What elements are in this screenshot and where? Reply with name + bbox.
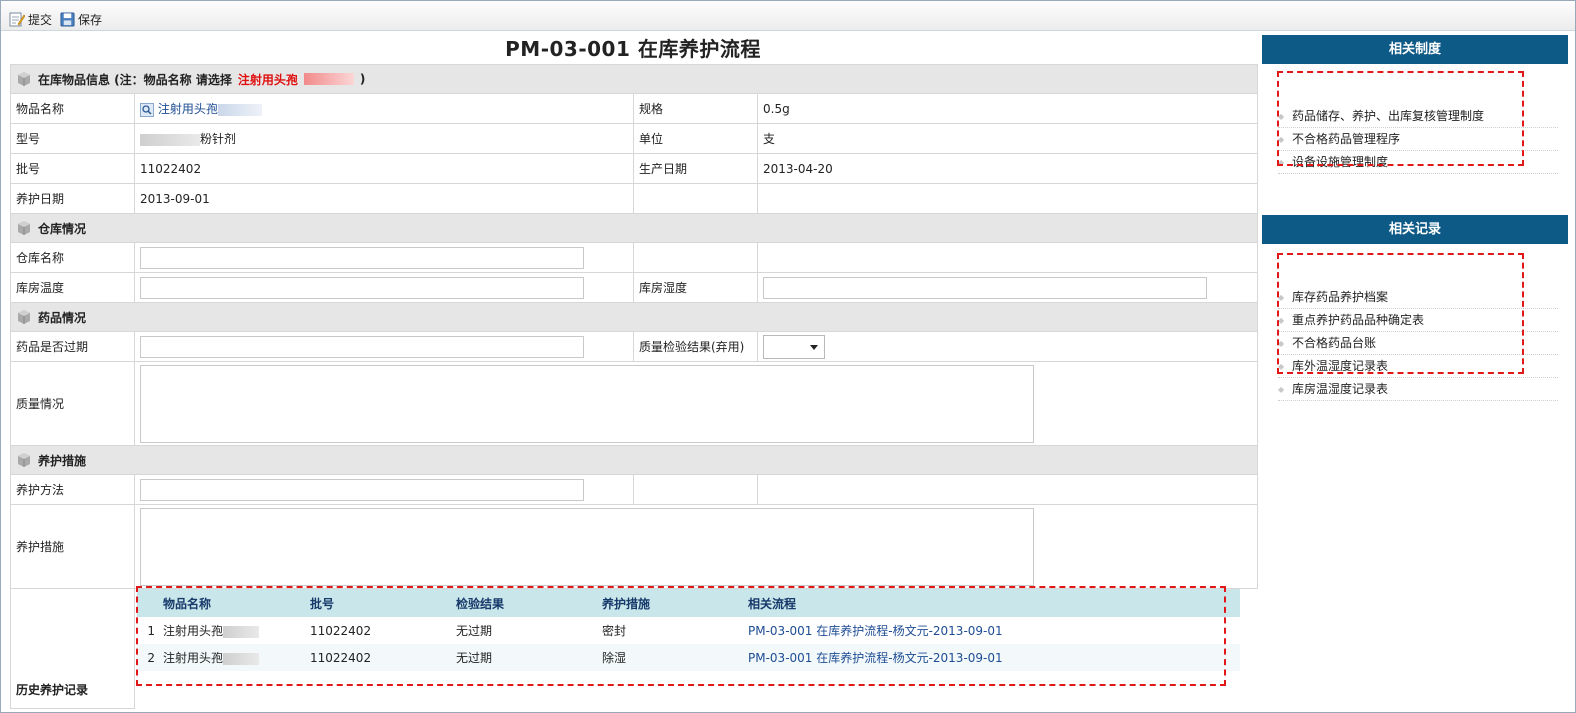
redacted-mask bbox=[140, 133, 200, 146]
model-value: 粉针剂 bbox=[200, 132, 237, 146]
save-button[interactable]: 保存 bbox=[60, 10, 102, 28]
maint-date-value: 2013-09-01 bbox=[134, 183, 634, 214]
record-link[interactable]: 库存药品养护档案 bbox=[1278, 286, 1558, 309]
history-col-result: 检验结果 bbox=[452, 589, 598, 617]
room-humidity-label: 库房湿度 bbox=[633, 272, 758, 303]
maint-date-label: 养护日期 bbox=[10, 183, 135, 214]
submit-button[interactable]: 提交 bbox=[9, 10, 52, 28]
row-measure: 密封 bbox=[602, 624, 627, 638]
save-label: 保存 bbox=[78, 12, 103, 27]
item-name-picker[interactable]: 注射用头孢 bbox=[140, 102, 262, 117]
expired-label: 药品是否过期 bbox=[10, 331, 135, 362]
row-number: 1 bbox=[147, 623, 155, 638]
row-measure: 除湿 bbox=[598, 644, 744, 671]
section-maintenance: 养护措施 bbox=[9, 445, 1259, 475]
method-label: 养护方法 bbox=[10, 474, 135, 505]
history-col-flow: 相关流程 bbox=[744, 589, 1240, 617]
measures-textarea[interactable] bbox=[140, 507, 1034, 586]
row-number: 2 bbox=[137, 644, 159, 671]
table-row[interactable]: 2 注射用头孢 11022402 无过期 除湿 PM-03-001 在库养护流程… bbox=[137, 644, 1240, 671]
panel-records: 相关记录 库存药品养护档案 重点养护药品品种确定表 不合格药品台账 库外温湿度记… bbox=[1262, 215, 1568, 401]
row-result: 无过期 bbox=[456, 624, 493, 638]
redacted-mask bbox=[223, 652, 260, 665]
records-list: 库存药品养护档案 重点养护药品品种确定表 不合格药品台账 库外温湿度记录表 库房… bbox=[1262, 286, 1568, 401]
box-icon bbox=[18, 221, 30, 235]
room-humidity-input[interactable] bbox=[763, 276, 1207, 299]
record-link[interactable]: 库外温湿度记录表 bbox=[1278, 355, 1558, 378]
section-title: 仓库情况 bbox=[38, 221, 87, 236]
record-link[interactable]: 重点养护药品品种确定表 bbox=[1278, 309, 1558, 332]
batch-label: 批号 bbox=[10, 153, 135, 184]
unit-label: 单位 bbox=[633, 123, 758, 154]
measures-label: 养护措施 bbox=[10, 504, 135, 589]
mfg-date-label: 生产日期 bbox=[633, 153, 758, 184]
model-label: 型号 bbox=[10, 123, 135, 154]
submit-icon bbox=[9, 12, 25, 27]
toolbar: 提交 保存 bbox=[1, 1, 1575, 31]
mfg-date-value: 2013-04-20 bbox=[756, 153, 1259, 184]
section-warehouse: 仓库情况 bbox=[9, 213, 1259, 243]
panel-policies-title: 相关制度 bbox=[1262, 35, 1568, 64]
row-item-name: 注射用头孢 bbox=[163, 651, 224, 665]
batch-value: 11022402 bbox=[134, 153, 634, 184]
qc-result-select[interactable] bbox=[763, 334, 825, 359]
history-col-name: 物品名称 bbox=[159, 589, 306, 617]
redacted-mask bbox=[217, 103, 262, 116]
box-icon bbox=[18, 453, 30, 467]
item-name-highlight: 注射用头孢 bbox=[237, 72, 298, 87]
section-title: 在库物品信息 (注：物品名称 请选择 bbox=[38, 72, 232, 87]
row-batch: 11022402 bbox=[306, 644, 452, 671]
quality-label: 质量情况 bbox=[10, 361, 135, 446]
history-col-measure: 养护措施 bbox=[598, 589, 744, 617]
record-link[interactable]: 不合格药品台账 bbox=[1278, 332, 1558, 355]
box-icon bbox=[18, 72, 30, 86]
warehouse-name-input[interactable] bbox=[140, 246, 584, 269]
quality-textarea[interactable] bbox=[140, 364, 1034, 443]
history-header-row: 物品名称 批号 检验结果 养护措施 相关流程 bbox=[137, 589, 1240, 617]
panel-policies: 相关制度 药品储存、养护、出库复核管理制度 不合格药品管理程序 设备设施管理制度 bbox=[1262, 35, 1568, 174]
warehouse-name-label: 仓库名称 bbox=[10, 242, 135, 273]
unit-value: 支 bbox=[756, 123, 1259, 154]
panel-records-title: 相关记录 bbox=[1262, 215, 1568, 244]
table-row[interactable]: 1 注射用头孢 11022402 无过期 密封 PM-03-001 在库养护流程… bbox=[137, 617, 1240, 644]
row-batch: 11022402 bbox=[310, 623, 372, 638]
policies-list: 药品储存、养护、出库复核管理制度 不合格药品管理程序 设备设施管理制度 bbox=[1262, 105, 1568, 174]
policy-link[interactable]: 设备设施管理制度 bbox=[1278, 151, 1558, 174]
qc-result-label: 质量检验结果(弃用) bbox=[633, 331, 758, 362]
section-title: 养护措施 bbox=[38, 453, 87, 468]
save-icon bbox=[60, 11, 75, 27]
section-item-info: 在库物品信息 (注：物品名称 请选择 注射用头孢) bbox=[9, 64, 1259, 94]
history-col-batch: 批号 bbox=[306, 589, 452, 617]
record-link[interactable]: 库房温湿度记录表 bbox=[1278, 378, 1558, 401]
policy-link[interactable]: 不合格药品管理程序 bbox=[1278, 128, 1558, 151]
section-title: 药品情况 bbox=[38, 310, 87, 325]
spec-label: 规格 bbox=[633, 93, 758, 124]
submit-label: 提交 bbox=[28, 12, 53, 27]
item-name-value: 注射用头孢 bbox=[157, 102, 218, 116]
search-icon bbox=[140, 102, 154, 117]
history-label: 历史养护记录 bbox=[10, 588, 135, 709]
item-name-label: 物品名称 bbox=[10, 93, 135, 124]
row-item-name: 注射用头孢 bbox=[163, 624, 224, 638]
page-title: PM-03-001 在库养护流程 bbox=[505, 37, 761, 61]
spec-value: 0.5g bbox=[756, 93, 1259, 124]
history-grid: 物品名称 批号 检验结果 养护措施 相关流程 1 注射用头孢 11022402 … bbox=[137, 589, 1240, 671]
redacted-mask bbox=[223, 625, 260, 638]
expired-input[interactable] bbox=[140, 335, 584, 358]
box-icon bbox=[18, 310, 30, 324]
row-result: 无过期 bbox=[452, 644, 598, 671]
redacted-mask bbox=[303, 73, 354, 85]
method-input[interactable] bbox=[140, 478, 584, 501]
section-drug: 药品情况 bbox=[9, 302, 1259, 332]
room-temp-label: 库房温度 bbox=[10, 272, 135, 303]
room-temp-input[interactable] bbox=[140, 276, 584, 299]
policy-link[interactable]: 药品储存、养护、出库复核管理制度 bbox=[1278, 105, 1558, 128]
row-flow-link[interactable]: PM-03-001 在库养护流程-杨文元-2013-09-01 bbox=[748, 651, 1003, 665]
row-flow-link[interactable]: PM-03-001 在库养护流程-杨文元-2013-09-01 bbox=[748, 624, 1003, 638]
